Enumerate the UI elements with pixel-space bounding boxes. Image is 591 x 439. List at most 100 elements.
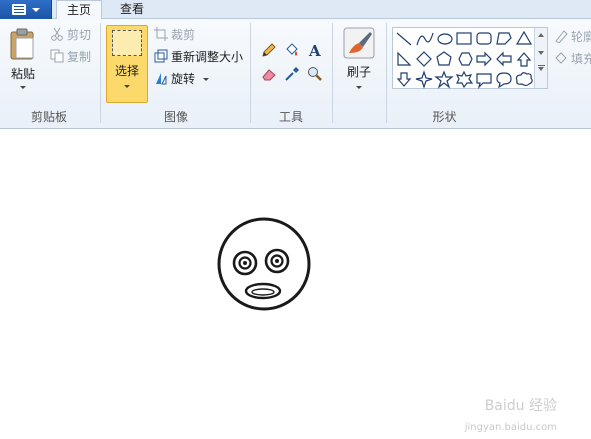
magnifier-tool-button[interactable] [304,63,325,84]
copy-button[interactable]: 复制 [50,47,91,67]
up-arrow-shape-icon [516,52,532,67]
chevron-down-icon [32,8,40,12]
outline-icon [555,30,568,43]
text-icon: A [308,42,321,58]
right-triangle-shape-icon [397,51,412,66]
brushes-dropdown-icon [356,86,362,89]
shapes-group: 轮廓 填充 形状 [388,19,591,129]
tools-group-label: 工具 [278,110,303,124]
curve-shape-icon [416,32,434,46]
select-button[interactable]: 选择 [106,25,148,103]
down-arrow-shape-icon [396,72,412,87]
four-point-star-shape-icon [415,70,433,89]
divider [332,23,333,123]
rotate-icon [156,73,167,85]
select-label: 选择 [114,64,139,78]
copy-label: 复制 [67,50,92,64]
clipboard-group-label: 剪贴板 [30,110,67,124]
triangle-shape-icon [515,30,533,45]
resize-icon [154,49,168,63]
select-dropdown-icon [124,85,130,88]
pentagon-shape-icon [436,51,452,66]
scroll-down-icon[interactable] [538,51,544,55]
shapes-scrollbar[interactable] [534,28,547,88]
divider [100,23,101,123]
magnifier-icon [308,67,322,81]
rotate-button[interactable]: 旋转 [154,69,209,89]
selection-icon [112,30,142,56]
shapes-gallery-icons [396,30,533,89]
watermark-brand: Baidu 经验 [484,398,557,414]
gallery-expand-icon[interactable] [537,65,545,71]
mouth-outer [244,282,282,300]
paste-button[interactable]: 粘贴 [4,25,42,105]
cut-button[interactable]: 剪切 [50,25,91,45]
cloud-callout-shape-icon [515,72,533,87]
right-arrow-shape-icon [476,51,492,67]
fill-label: 填充 [571,52,591,66]
fill-tool-button[interactable] [281,39,302,60]
brushes-label: 刷子 [346,65,371,79]
shapes-group-label: 形状 [432,110,457,124]
tools-group: A 工具 [252,19,330,129]
ribbon-tab-row: 主页 查看 [0,0,591,20]
menu-icon [12,4,26,15]
rotate-label: 旋转 [171,72,196,86]
copy-icon [50,49,64,63]
text-tool-button[interactable]: A [304,39,325,60]
scissors-icon [51,27,63,41]
pencil-icon [262,43,276,57]
rounded-callout-shape-icon [476,73,492,89]
svg-text:A: A [308,42,321,58]
right-pupil [275,259,279,263]
file-menu-button[interactable] [0,0,52,19]
crop-icon [154,27,168,41]
six-point-star-shape-icon [455,70,474,89]
oval-shape-icon [437,33,453,45]
clipboard-group: 粘贴 剪切 复制 剪贴板 [0,19,98,129]
image-group: 选择 裁剪 重新调整大小 旋转 图像 [102,19,250,129]
resize-label: 重新调整大小 [171,50,244,64]
paste-dropdown-icon [20,86,26,89]
polygon-shape-icon [496,32,512,45]
mouth-inner [251,288,275,296]
fill-icon [555,52,567,64]
image-group-label: 图像 [163,110,188,124]
brush-icon [343,27,375,59]
tab-home[interactable]: 主页 [56,0,102,20]
resize-button[interactable]: 重新调整大小 [154,47,243,67]
paste-label: 粘贴 [10,67,35,81]
face-drawing [217,217,311,311]
fill-bucket-icon [286,43,298,56]
line-shape-icon [396,32,412,46]
brushes-group: 刷子 [334,19,384,129]
outline-button[interactable]: 轮廓 [554,27,591,47]
eraser-tool-button[interactable] [258,63,279,84]
rotate-dropdown-icon [202,78,209,81]
color-picker-tool-button[interactable] [281,63,302,84]
pencil-tool-button[interactable] [258,39,279,60]
clipboard-icon [10,28,34,60]
divider [250,23,251,123]
drawing-canvas[interactable]: Baidu 经验 jingyan.baidu.com [0,130,591,439]
color-picker-icon [285,67,299,81]
oval-callout-shape-icon [496,72,512,89]
tab-view[interactable]: 查看 [110,0,154,19]
rectangle-shape-icon [456,32,472,45]
crop-button[interactable]: 裁剪 [154,25,195,45]
outline-label: 轮廓 [571,30,591,44]
brushes-button[interactable]: 刷子 [340,25,378,103]
shapes-gallery [392,27,548,89]
ribbon: 粘贴 剪切 复制 剪贴板 选择 裁剪 重新调整大小 旋转 图像 A 工具 刷子 … [0,19,591,129]
rounded-rectangle-shape-icon [476,32,492,45]
crop-label: 裁剪 [171,28,196,42]
divider [386,23,387,123]
fill-button[interactable]: 填充 [554,49,591,69]
scroll-up-icon[interactable] [538,33,544,37]
left-arrow-shape-icon [496,51,512,67]
hexagon-shape-icon [458,52,473,66]
diamond-shape-icon [416,51,432,67]
five-point-star-shape-icon [434,70,454,89]
eraser-icon [262,69,276,81]
left-pupil [243,261,247,265]
